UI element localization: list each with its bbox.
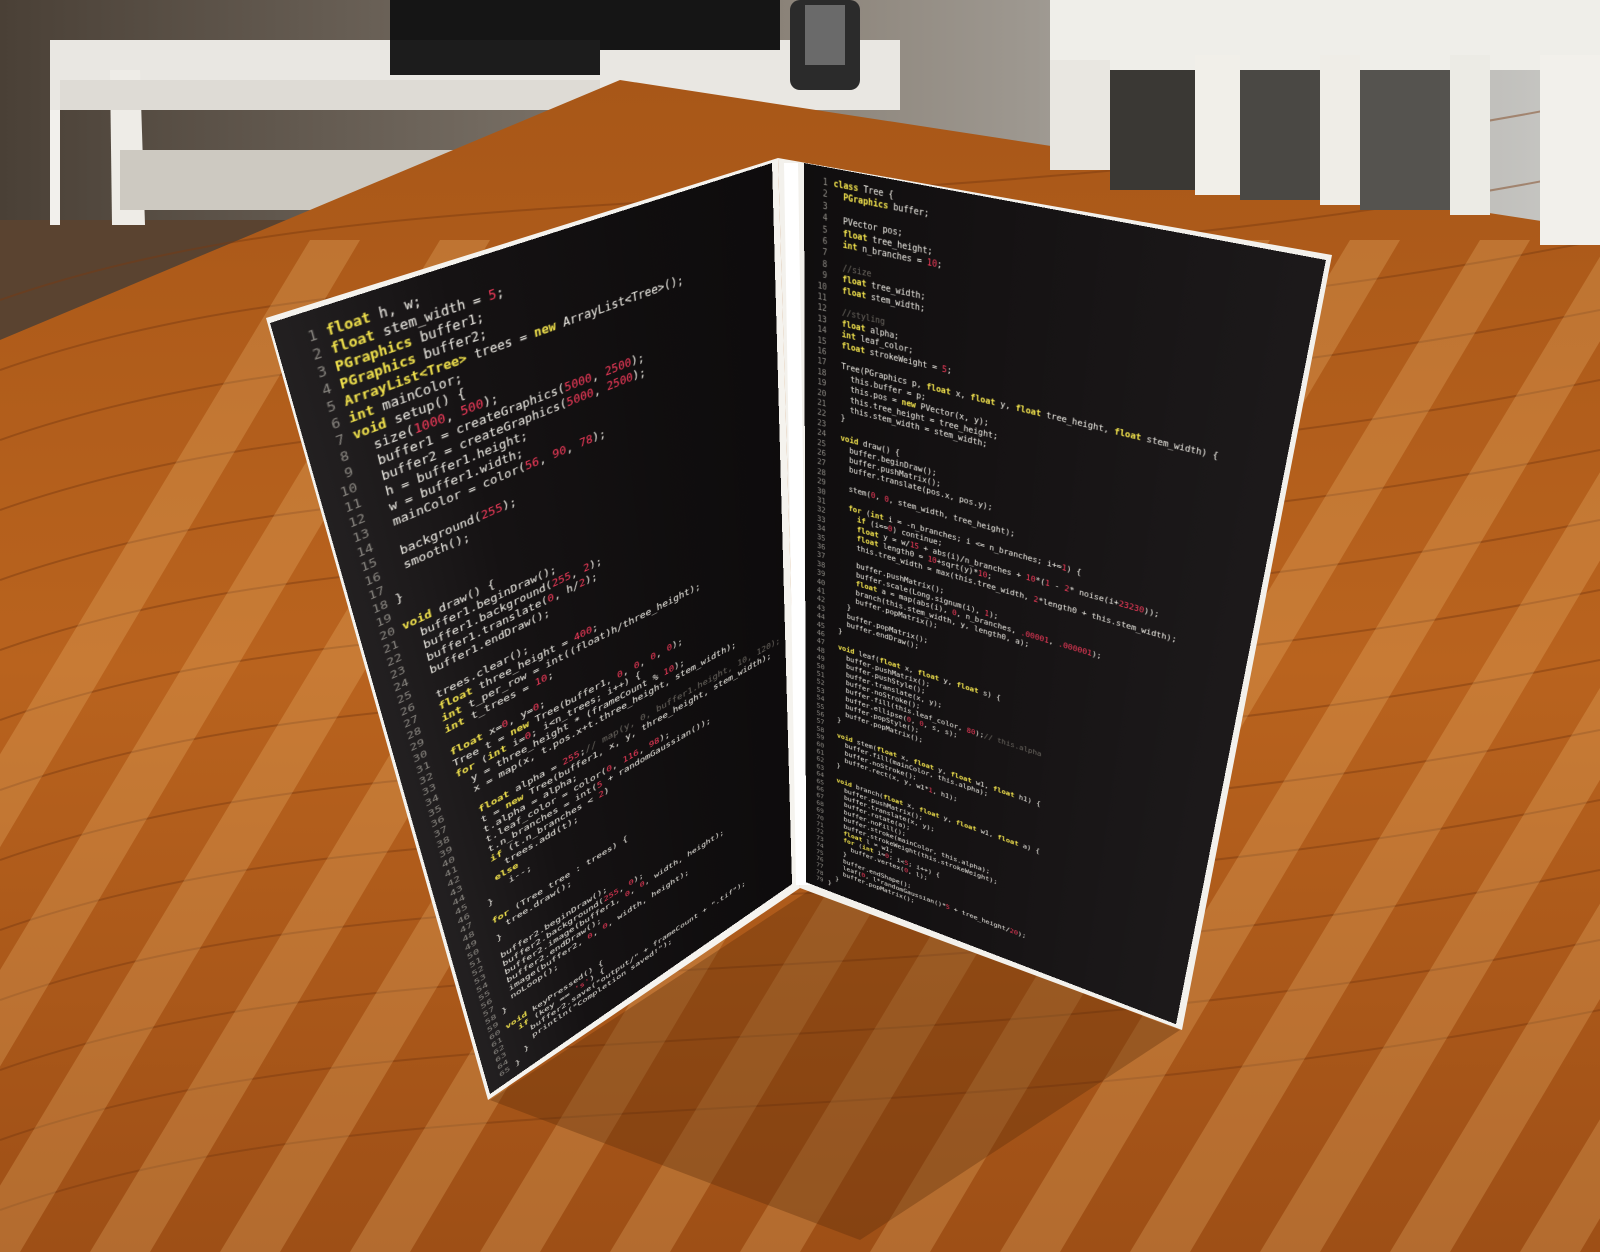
code-token: ); xyxy=(1091,649,1103,662)
code-token: } xyxy=(393,590,405,607)
code-token: )); xyxy=(1143,605,1161,620)
lantern xyxy=(790,0,860,90)
code-token: ); xyxy=(1017,930,1027,940)
code-token: ); xyxy=(591,426,607,446)
background-scene xyxy=(0,0,1600,1252)
code-token: // this.alpha xyxy=(983,731,1042,759)
code-token: float xyxy=(955,818,977,834)
code-token: h1) { xyxy=(1014,791,1042,809)
code-token: ; xyxy=(546,668,555,683)
photo-scene: 1 float h, w; 2 float stem_width = 5; 3 PGrap… xyxy=(0,0,1600,1252)
code-token: float xyxy=(926,381,952,398)
code-token: new xyxy=(533,318,557,342)
code-token: ) { xyxy=(1066,563,1082,578)
code-token: tree_height, xyxy=(1040,408,1115,437)
code-token: s) { xyxy=(978,687,1002,703)
code-token: 10 xyxy=(926,256,938,270)
code-token: ; xyxy=(494,283,506,303)
code-token: w1, xyxy=(976,825,998,841)
code-token: a) { xyxy=(1018,840,1041,856)
code-token: } xyxy=(500,1005,509,1017)
code-token: ); xyxy=(671,635,684,652)
code-token: 23230 xyxy=(1118,598,1145,615)
code-token: , h1); xyxy=(932,787,958,804)
code-token: ); xyxy=(501,494,518,514)
code-token: 255 xyxy=(480,500,504,524)
code-token: } xyxy=(514,1057,522,1069)
code-token: float xyxy=(970,391,996,409)
code-token: } xyxy=(827,878,832,887)
code-token: + tree_height/ xyxy=(949,904,1011,934)
code-token: float xyxy=(1113,426,1142,444)
code-token: ArrayList<Tree>(); xyxy=(554,272,684,334)
code-token: float xyxy=(992,784,1015,800)
code-token: ) xyxy=(603,785,610,798)
code-token: - xyxy=(1049,579,1065,593)
code-token: y, xyxy=(939,812,957,826)
code-token: .000001 xyxy=(1057,639,1093,659)
code-token: ; xyxy=(936,258,943,271)
code-token: float xyxy=(997,833,1019,848)
code-token: x, xyxy=(950,387,971,403)
code-token: buffer; xyxy=(888,200,930,220)
code-token: stem( xyxy=(831,479,872,500)
code-token: stem_width) { xyxy=(1140,432,1220,462)
code-token: float xyxy=(1015,402,1042,420)
code-token: y, xyxy=(994,397,1016,414)
code-token: ; xyxy=(946,364,953,376)
code-token: } xyxy=(831,410,846,424)
code-token: * noise(i+ xyxy=(1068,584,1120,608)
code-token: y, xyxy=(938,674,957,689)
code-token: float xyxy=(956,680,979,696)
